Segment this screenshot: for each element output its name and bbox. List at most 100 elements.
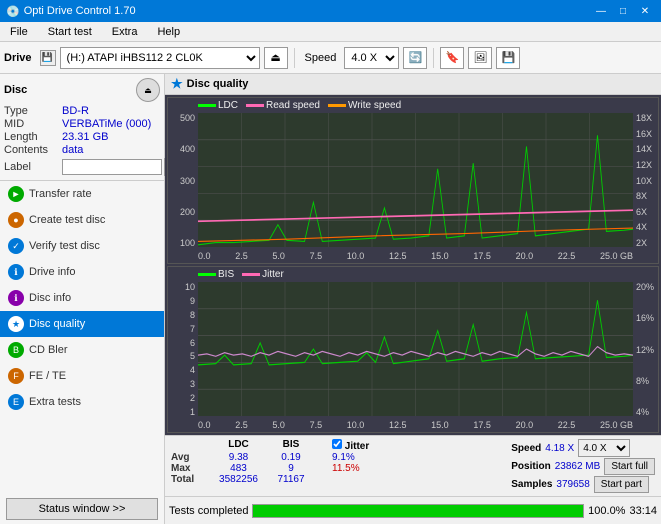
stats-jitter-header: Jitter xyxy=(332,439,392,452)
speed-row: Speed 4.18 X 4.0 X xyxy=(511,439,655,457)
sidebar-item-create-test-disc[interactable]: ● Create test disc xyxy=(0,207,164,233)
disc-label-input[interactable] xyxy=(62,159,162,175)
chart1: LDC Read speed Write speed 500 400 xyxy=(167,97,659,264)
chart2-plot xyxy=(198,282,633,416)
disc-eject-icon[interactable]: ⏏ xyxy=(136,78,160,102)
minimize-button[interactable]: — xyxy=(591,3,611,19)
menu-file[interactable]: File xyxy=(4,24,34,40)
legend-readspeed: Read speed xyxy=(246,100,320,111)
disc-contents-row: Contents data xyxy=(4,144,160,156)
sidebar-item-verify-test-disc[interactable]: ✓ Verify test disc xyxy=(0,233,164,259)
content-header: ★ Disc quality xyxy=(165,74,661,95)
verify-test-disc-icon: ✓ xyxy=(8,238,24,254)
image-button[interactable]: 🖼 xyxy=(468,47,492,69)
legend-ldc-label: LDC xyxy=(218,100,238,111)
menu-extra[interactable]: Extra xyxy=(106,24,144,40)
sidebar-fe-te-label: FE / TE xyxy=(29,370,66,382)
disc-contents-value: data xyxy=(62,144,83,156)
chart2-y-right: 20% 16% 12% 8% 4% xyxy=(636,282,656,417)
sidebar-item-cd-bler[interactable]: B CD Bler xyxy=(0,337,164,363)
samples-row: Samples 379658 Start part xyxy=(511,476,655,493)
speed-select[interactable]: 4.0 X xyxy=(344,47,399,69)
sidebar-item-drive-info[interactable]: ℹ Drive info xyxy=(0,259,164,285)
sidebar-verify-test-disc-label: Verify test disc xyxy=(29,240,100,252)
drive-select[interactable]: (H:) ATAPI iHBS112 2 CL0K xyxy=(60,47,260,69)
stats-content: LDC BIS Jitter Avg 9.38 0.19 9.1% xyxy=(171,439,655,493)
start-part-button[interactable]: Start part xyxy=(594,476,649,493)
sidebar-item-disc-quality[interactable]: ★ Disc quality xyxy=(0,311,164,337)
status-time: 33:14 xyxy=(629,505,657,517)
chart2-x-labels: 0.0 2.5 5.0 7.5 10.0 12.5 15.0 17.5 20.0… xyxy=(198,420,633,430)
disc-mid-label: MID xyxy=(4,118,62,130)
transfer-rate-icon: ► xyxy=(8,186,24,202)
disc-contents-label: Contents xyxy=(4,144,62,156)
status-window-button[interactable]: Status window >> xyxy=(6,498,158,520)
titlebar-title: 💿 Opti Drive Control 1.70 xyxy=(6,5,136,18)
stats-ldc-avg: 9.38 xyxy=(211,452,266,463)
close-button[interactable]: ✕ xyxy=(635,3,655,19)
chart1-plot xyxy=(198,113,633,247)
sidebar-item-fe-te[interactable]: F FE / TE xyxy=(0,363,164,389)
stats-bis-header: BIS xyxy=(266,439,316,452)
disc-header: Disc ⏏ xyxy=(4,78,160,102)
legend-writespeed-label: Write speed xyxy=(348,100,401,111)
fe-te-icon: F xyxy=(8,368,24,384)
menu-help[interactable]: Help xyxy=(151,24,186,40)
status-text: Tests completed xyxy=(169,505,248,517)
save-button[interactable]: 💾 xyxy=(496,47,520,69)
extra-tests-icon: E xyxy=(8,394,24,410)
stats-table-area: LDC BIS Jitter Avg 9.38 0.19 9.1% xyxy=(171,439,503,485)
sidebar-item-disc-info[interactable]: ℹ Disc info xyxy=(0,285,164,311)
menubar: File Start test Extra Help xyxy=(0,22,661,42)
stats-avg-label: Avg xyxy=(171,452,211,463)
bookmark-button[interactable]: 🔖 xyxy=(440,47,464,69)
disc-type-value: BD-R xyxy=(62,105,89,117)
chart2: BIS Jitter 10 9 8 7 6 5 4 xyxy=(167,266,659,433)
disc-panel: Disc ⏏ Type BD-R MID VERBATiMe (000) Len… xyxy=(0,74,164,181)
chart2-svg xyxy=(198,282,633,416)
toolbar: Drive 💾 (H:) ATAPI iHBS112 2 CL0K ⏏ Spee… xyxy=(0,42,661,74)
stats-bis-avg: 0.19 xyxy=(266,452,316,463)
writespeed-color xyxy=(328,104,346,107)
disc-quality-icon: ★ xyxy=(8,316,24,332)
stats-empty xyxy=(171,439,211,452)
disc-length-row: Length 23.31 GB xyxy=(4,131,160,143)
sidebar-item-transfer-rate[interactable]: ► Transfer rate xyxy=(0,181,164,207)
drive-label: Drive xyxy=(4,52,32,64)
disc-mid-value: VERBATiMe (000) xyxy=(62,118,151,130)
disc-panel-title: Disc xyxy=(4,84,27,96)
chart1-legend: LDC Read speed Write speed xyxy=(198,100,401,111)
sidebar-create-test-disc-label: Create test disc xyxy=(29,214,105,226)
sidebar-transfer-rate-label: Transfer rate xyxy=(29,188,92,200)
speed-label: Speed xyxy=(511,443,541,454)
legend-jitter: Jitter xyxy=(242,269,284,280)
content-title: Disc quality xyxy=(187,78,249,90)
legend-bis-label: BIS xyxy=(218,269,234,280)
refresh-button[interactable]: 🔄 xyxy=(403,47,427,69)
jitter-checkbox[interactable] xyxy=(332,439,342,449)
main-area: Disc ⏏ Type BD-R MID VERBATiMe (000) Len… xyxy=(0,74,661,524)
position-row: Position 23862 MB Start full xyxy=(511,458,655,475)
start-full-button[interactable]: Start full xyxy=(604,458,655,475)
stats-jitter-avg: 9.1% xyxy=(332,452,392,463)
progress-bar-container xyxy=(252,504,584,518)
stats-ldc-header: LDC xyxy=(211,439,266,452)
status-window-label: Status window >> xyxy=(39,503,126,515)
disc-type-label: Type xyxy=(4,105,62,117)
maximize-button[interactable]: □ xyxy=(613,3,633,19)
legend-readspeed-label: Read speed xyxy=(266,100,320,111)
titlebar: 💿 Opti Drive Control 1.70 — □ ✕ xyxy=(0,0,661,22)
speed-select-stats[interactable]: 4.0 X xyxy=(578,439,630,457)
samples-value: 379658 xyxy=(556,479,589,490)
legend-bis: BIS xyxy=(198,269,234,280)
eject-button[interactable]: ⏏ xyxy=(264,47,288,69)
stats-max-label: Max xyxy=(171,463,211,474)
sidebar-item-extra-tests[interactable]: E Extra tests xyxy=(0,389,164,415)
stats-total-label: Total xyxy=(171,474,211,485)
menu-start-test[interactable]: Start test xyxy=(42,24,98,40)
stats-bis-total: 71167 xyxy=(266,474,316,485)
jitter-color xyxy=(242,273,260,276)
stats-grid: LDC BIS Jitter Avg 9.38 0.19 9.1% xyxy=(171,439,503,485)
sidebar: Disc ⏏ Type BD-R MID VERBATiMe (000) Len… xyxy=(0,74,165,524)
drive-info-icon: ℹ xyxy=(8,264,24,280)
